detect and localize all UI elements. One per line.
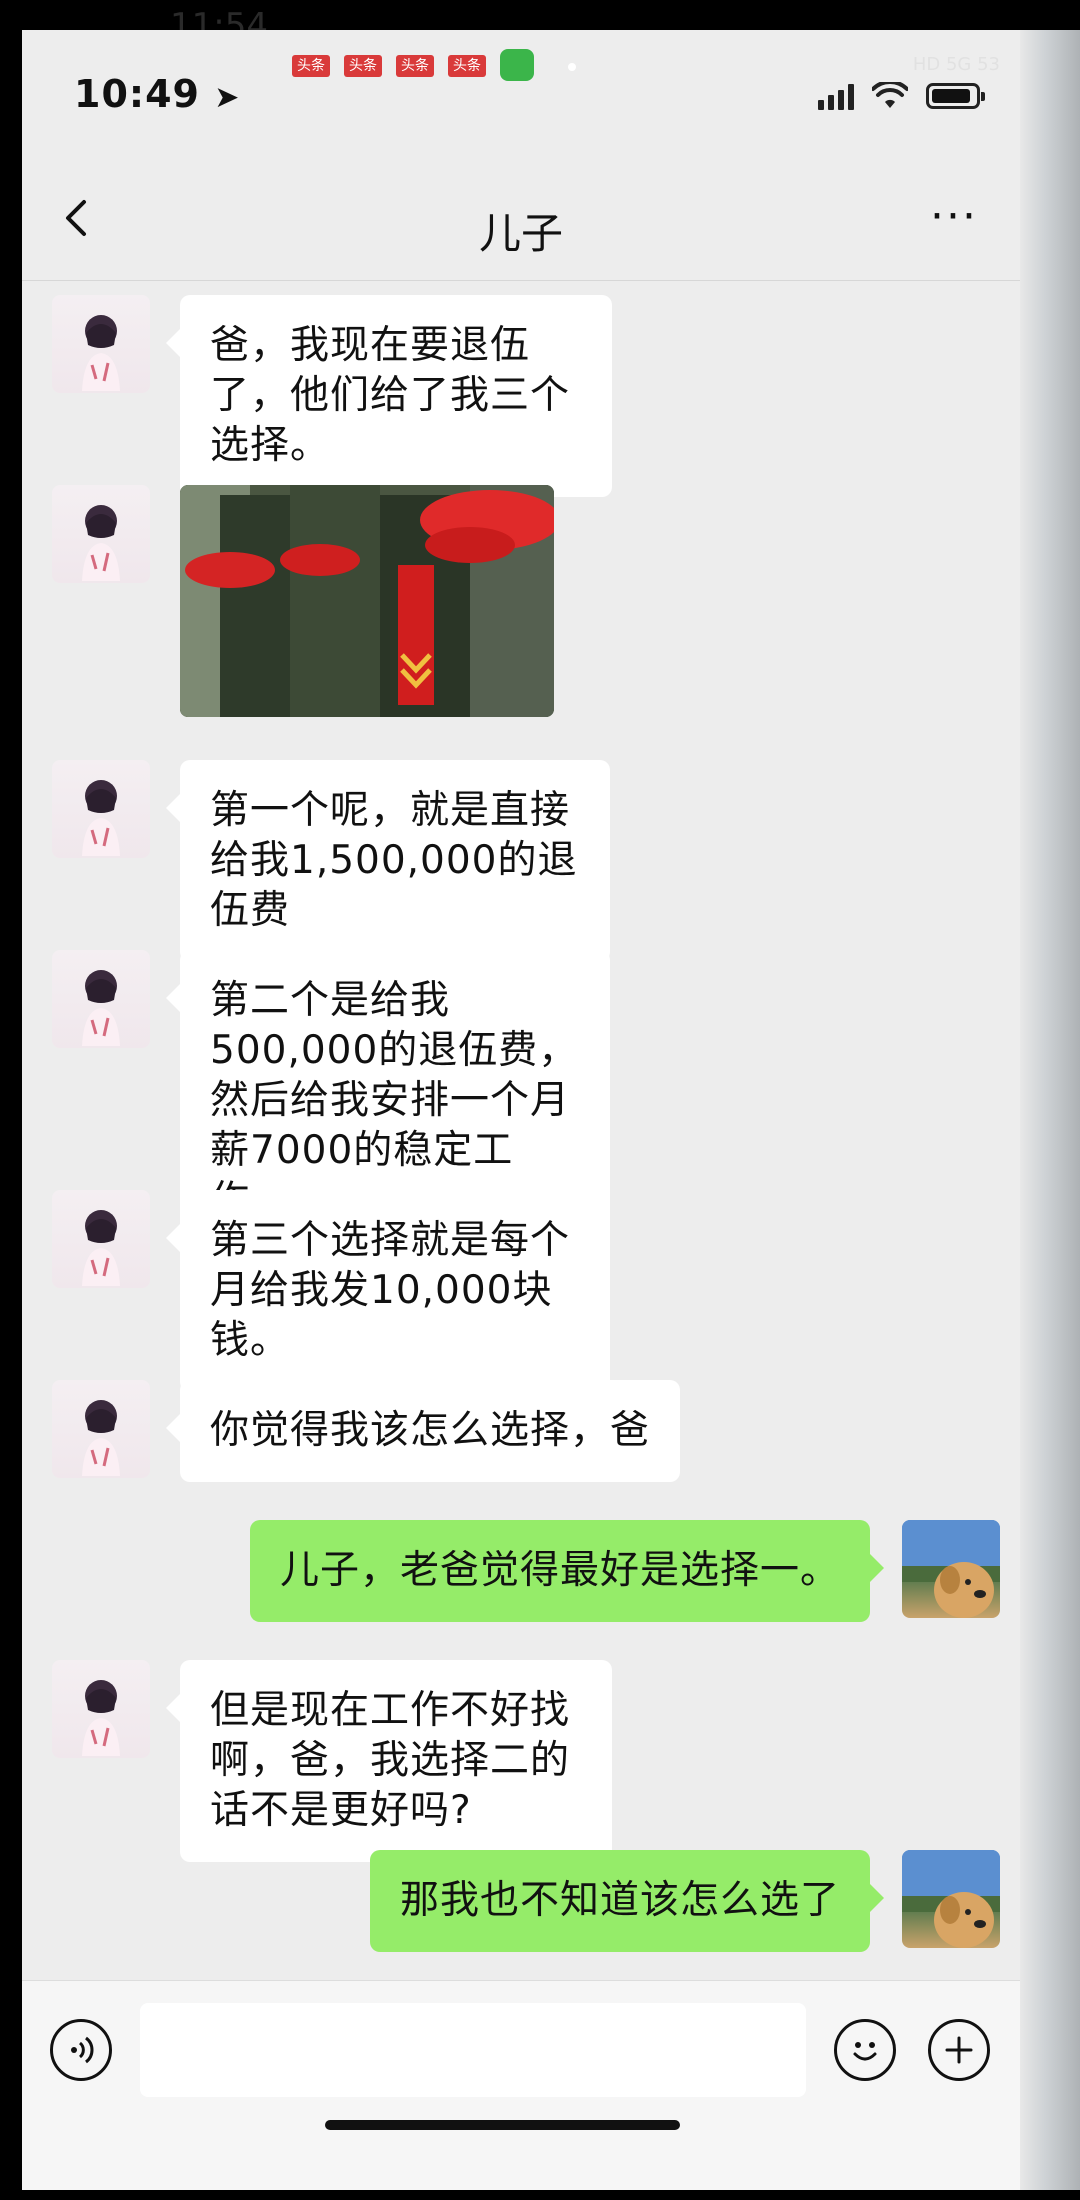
emoji-icon[interactable] xyxy=(834,2019,896,2081)
message-app-icon xyxy=(500,49,534,81)
message-input[interactable] xyxy=(140,2003,806,2097)
contact-avatar[interactable] xyxy=(52,1190,150,1288)
contact-avatar[interactable] xyxy=(52,485,150,583)
soldiers-photo-icon xyxy=(180,485,554,717)
toutiao-icon: 头条 xyxy=(448,55,486,77)
contact-avatar[interactable] xyxy=(52,1380,150,1478)
ios-status-bar: 10:49 ➤ xyxy=(22,30,1020,150)
voice-icon[interactable] xyxy=(50,2019,112,2081)
outer-status-right: HD 5G 53 xyxy=(913,54,1000,75)
chat-input-bar xyxy=(22,1980,1020,2190)
more-dots-icon[interactable]: ··· xyxy=(930,195,978,239)
home-indicator xyxy=(325,2120,680,2130)
contact-avatar[interactable] xyxy=(52,295,150,393)
my-avatar[interactable] xyxy=(902,1850,1000,1948)
location-arrow-icon: ➤ xyxy=(214,80,241,115)
toutiao-icon: 头条 xyxy=(292,55,330,77)
status-time: 10:49 ➤ xyxy=(74,72,241,116)
bottom-bezel xyxy=(0,2190,1080,2200)
message-bubble[interactable]: 但是现在工作不好找啊，爸，我选择二的话不是更好吗? xyxy=(166,1660,612,1862)
cellular-signal-icon xyxy=(818,82,854,110)
outer-signal-label: HD 5G 53 xyxy=(912,54,1000,75)
notification-icons: 头条 头条 头条 头条 xyxy=(292,49,576,81)
contact-avatar[interactable] xyxy=(52,760,150,858)
message-bubble[interactable]: 爸，我现在要退伍了，他们给了我三个选择。 xyxy=(166,295,612,497)
contact-avatar[interactable] xyxy=(52,950,150,1048)
message-bubble[interactable]: 第一个呢，就是直接给我1,500,000的退伍费 xyxy=(166,760,610,962)
status-icons xyxy=(818,82,985,110)
background-blur-edge xyxy=(1020,30,1080,2190)
toutiao-icon: 头条 xyxy=(396,55,434,77)
chat-title: 儿子 xyxy=(478,209,563,258)
message-bubble[interactable]: 你觉得我该怎么选择，爸 xyxy=(165,1380,681,1482)
battery-icon xyxy=(926,83,985,109)
chat-nav-bar: 儿子 ··· xyxy=(22,150,1020,281)
plus-icon[interactable] xyxy=(928,2019,990,2081)
my-avatar[interactable] xyxy=(902,1520,1000,1618)
message-bubble-outgoing[interactable]: 那我也不知道该怎么选了 xyxy=(369,1850,885,1952)
phone-screen: 10:49 ➤ 儿子 ··· 爸，我现在要退伍了，他们给了我三个选择。 第一个呢… xyxy=(22,30,1020,2190)
notification-dot-icon xyxy=(568,63,576,71)
message-bubble-outgoing[interactable]: 儿子，老爸觉得最好是选择一。 xyxy=(249,1520,885,1622)
wifi-icon xyxy=(872,82,908,108)
toutiao-icon: 头条 xyxy=(344,55,382,77)
image-message[interactable] xyxy=(180,485,554,717)
contact-avatar[interactable] xyxy=(52,1660,150,1758)
message-bubble[interactable]: 第三个选择就是每个月给我发10,000块钱。 xyxy=(166,1190,610,1392)
